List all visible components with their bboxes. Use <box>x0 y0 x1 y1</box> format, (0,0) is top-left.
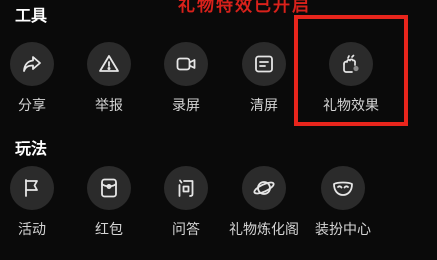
tool-share-button[interactable]: 分享 <box>0 42 70 115</box>
red-envelope-icon <box>101 178 117 198</box>
tool-record-label: 录屏 <box>172 98 200 114</box>
section-title-tools: 工具 <box>15 6 48 25</box>
play-red-envelope-label: 红包 <box>95 222 123 238</box>
share-arrow-icon <box>23 56 41 72</box>
section-title-play: 玩法 <box>15 139 48 158</box>
play-activity-label: 活动 <box>18 222 46 238</box>
tool-clear-screen-button[interactable]: 清屏 <box>226 42 302 115</box>
play-gift-refinery-label: 礼物炼化阁 <box>229 222 299 238</box>
question-answer-icon <box>178 179 194 197</box>
tool-report-button[interactable]: 举报 <box>71 42 147 115</box>
tool-share-label: 分享 <box>18 98 46 114</box>
play-qa-label: 问答 <box>172 222 200 238</box>
play-dressup-center-button[interactable]: 装扮中心 <box>305 166 381 239</box>
play-gift-refinery-button[interactable]: 礼物炼化阁 <box>226 166 302 239</box>
play-qa-button[interactable]: 问答 <box>148 166 224 239</box>
play-red-envelope-button[interactable]: 红包 <box>71 166 147 239</box>
top-banner-text: 礼物特效已开启 <box>178 0 311 16</box>
play-activity-button[interactable]: 活动 <box>0 166 70 239</box>
play-dressup-center-label: 装扮中心 <box>315 222 371 238</box>
tool-clear-screen-label: 清屏 <box>250 98 278 114</box>
warning-triangle-icon <box>99 55 119 72</box>
video-camera-icon <box>176 57 196 71</box>
planet-icon <box>253 181 275 195</box>
tool-record-button[interactable]: 录屏 <box>148 42 224 115</box>
clear-screen-icon <box>255 55 273 73</box>
activity-flag-icon <box>25 179 38 197</box>
highlight-frame <box>294 15 408 126</box>
mask-icon <box>333 181 353 196</box>
tool-report-label: 举报 <box>95 98 123 114</box>
